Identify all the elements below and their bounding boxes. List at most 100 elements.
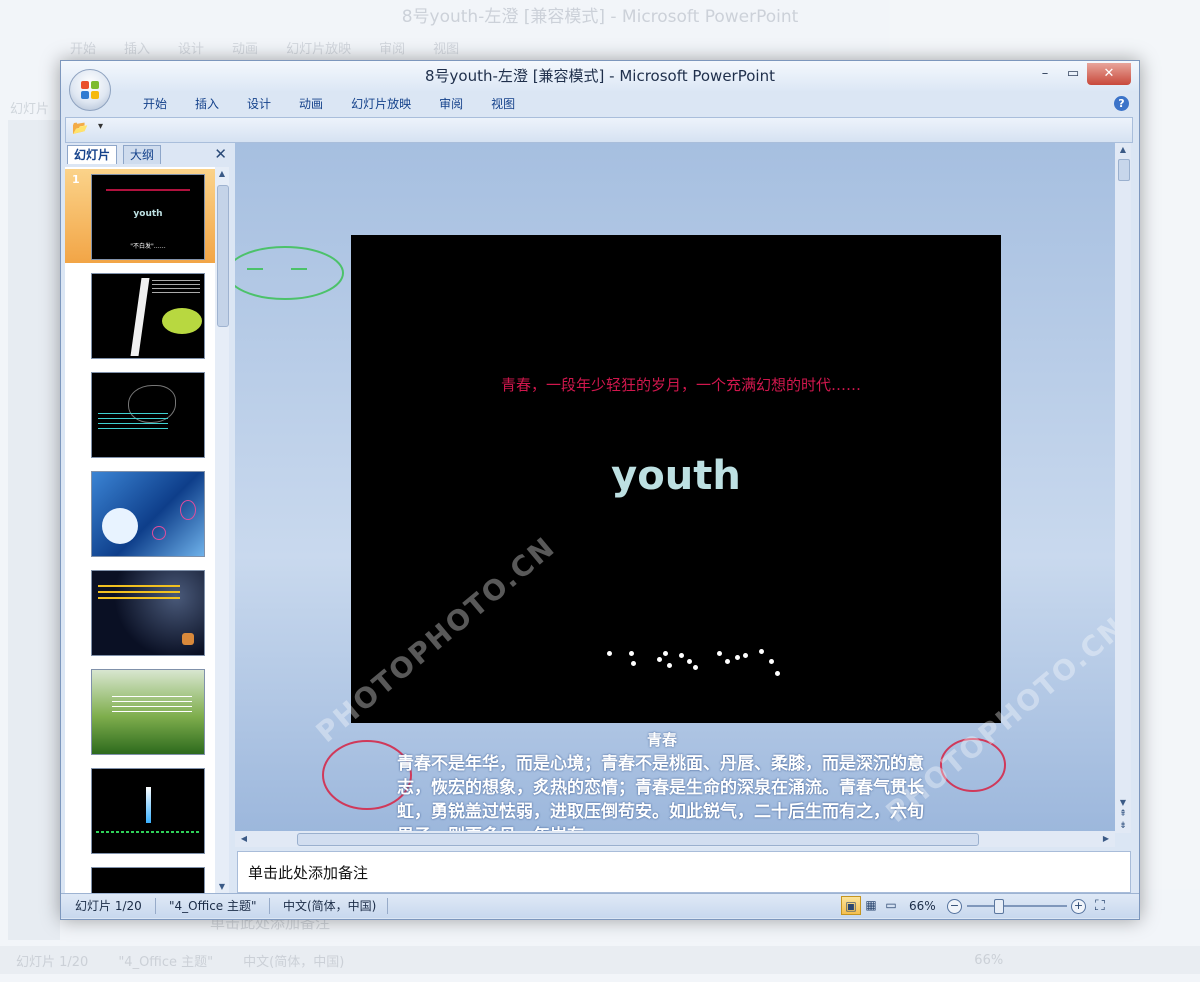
- slide-title[interactable]: youth: [351, 453, 1001, 499]
- tab-slideshow[interactable]: 幻灯片放映: [337, 91, 425, 117]
- slide-number: 3: [72, 371, 80, 384]
- ribbon-tabs: 开始 插入 设计 动画 幻灯片放映 审阅 视图 ?: [61, 91, 1139, 117]
- background-menu-item: 设计: [178, 42, 205, 57]
- scroll-right-icon[interactable]: ▶: [1099, 834, 1113, 843]
- slide-editor: 青春，一段年少轻狂的岁月，一个充满幻想的时代…… youth 青春 青春不是年华…: [235, 143, 1115, 833]
- slide-thumbnail-image: [91, 867, 205, 893]
- minimize-button[interactable]: –: [1031, 63, 1059, 85]
- zoom-out-icon[interactable]: −: [947, 899, 962, 914]
- tab-animations[interactable]: 动画: [285, 91, 337, 117]
- quick-access-toolbar: 📂 ▾: [65, 117, 1133, 143]
- notes-pane[interactable]: 单击此处添加备注: [237, 851, 1131, 893]
- slide-thumbnail-4[interactable]: 4: [65, 466, 215, 560]
- panel-scrollbar[interactable]: ▲ ▼: [215, 167, 229, 893]
- window-controls: – ▭ ✕: [1031, 63, 1131, 85]
- panel-tabs: 幻灯片 大纲 ✕: [67, 143, 229, 165]
- tab-slides[interactable]: 幻灯片: [67, 145, 118, 164]
- background-menu-item: 视图: [433, 42, 460, 57]
- slide-thumbnail-1[interactable]: 1 youth "不白发"……: [65, 169, 215, 263]
- zoom-track[interactable]: [967, 905, 1067, 907]
- customize-toolbar-caret-icon[interactable]: ▾: [98, 121, 103, 132]
- slide-thumbnail-image: [91, 372, 205, 458]
- powerpoint-window: 8号youth-左澄 [兼容模式] - Microsoft PowerPoint…: [60, 60, 1140, 920]
- scroll-down-icon[interactable]: ▼: [1116, 798, 1130, 807]
- slide-number: 4: [72, 470, 80, 483]
- tab-design[interactable]: 设计: [233, 91, 285, 117]
- slide-notes-textbox[interactable]: 青春 青春不是年华，而是心境；青春不是桃面、丹唇、柔膝，而是深沉的意志，恢宏的想…: [397, 728, 927, 833]
- view-buttons: ▣ ▦ ▭: [841, 896, 901, 915]
- slide-thumbnail-2[interactable]: 2: [65, 268, 215, 362]
- slideshow-view-icon[interactable]: ▭: [881, 896, 901, 915]
- background-menu: 开始 插入 设计 动画 幻灯片放映 审阅 视图: [70, 38, 459, 57]
- background-status-item: 中文(简体，中国): [243, 954, 345, 970]
- background-statusbar: 幻灯片 1/20 "4_Office 主题" 中文(简体，中国) 66%: [0, 946, 1200, 974]
- slide-thumbnail-image: youth "不白发"……: [91, 174, 205, 260]
- slide-number: 2: [72, 272, 80, 285]
- title-bar[interactable]: 8号youth-左澄 [兼容模式] - Microsoft PowerPoint…: [61, 61, 1139, 91]
- zoom-thumb[interactable]: [994, 899, 1005, 914]
- notes-body: 青春不是年华，而是心境；青春不是桃面、丹唇、柔膝，而是深沉的意志，恢宏的想象，炙…: [397, 754, 924, 833]
- background-menu-item: 开始: [70, 42, 97, 57]
- maximize-button[interactable]: ▭: [1059, 63, 1087, 85]
- slide-number: 1: [72, 173, 80, 186]
- fit-to-window-icon[interactable]: ⛶: [1095, 894, 1105, 918]
- panel-close-icon[interactable]: ✕: [214, 145, 227, 163]
- notes-placeholder[interactable]: 单击此处添加备注: [248, 862, 368, 883]
- tab-insert[interactable]: 插入: [181, 91, 233, 117]
- slide-counter: 幻灯片 1/20: [75, 899, 142, 913]
- scroll-up-icon[interactable]: ▲: [215, 169, 229, 178]
- next-slide-icon[interactable]: ⇟: [1116, 821, 1130, 831]
- background-menu-item: 插入: [124, 42, 151, 57]
- editor-scroll-thumb[interactable]: [1118, 159, 1130, 181]
- current-slide[interactable]: 青春，一段年少轻狂的岁月，一个充满幻想的时代…… youth: [351, 235, 1001, 723]
- language-indicator[interactable]: 中文(简体，中国): [283, 894, 376, 918]
- slide-thumbnail-6[interactable]: 6: [65, 664, 215, 758]
- slide-thumbnail-image: [91, 471, 205, 557]
- office-button[interactable]: [69, 69, 111, 111]
- scroll-left-icon[interactable]: ◀: [237, 834, 251, 843]
- slide-thumbnails: 1 youth "不白发"…… 2 3 4 5 6 7 8: [65, 167, 216, 893]
- background-menu-item: 动画: [232, 42, 259, 57]
- slide-thumbnail-image: [91, 768, 205, 854]
- notes-heading: 青春: [646, 731, 677, 749]
- slide-thumbnail-5[interactable]: 5: [65, 565, 215, 659]
- editor-vertical-scrollbar[interactable]: ▲ ▼ ⇞ ⇟: [1115, 143, 1131, 833]
- slide-thumbnail-image: [91, 273, 205, 359]
- background-slide-panel: 幻灯片: [8, 102, 60, 940]
- thumbnail-caption: "不白发"……: [130, 243, 166, 250]
- help-icon[interactable]: ?: [1114, 96, 1129, 111]
- background-status-item: 幻灯片 1/20: [16, 954, 89, 970]
- slide-thumbnail-8[interactable]: 8: [65, 862, 215, 893]
- slide-number: 8: [72, 866, 80, 879]
- tab-review[interactable]: 审阅: [425, 91, 477, 117]
- scroll-down-icon[interactable]: ▼: [215, 882, 229, 891]
- slide-thumbnail-3[interactable]: 3: [65, 367, 215, 461]
- slide-thumbnail-7[interactable]: 7: [65, 763, 215, 857]
- slide-panel: 幻灯片 大纲 ✕ 1 youth "不白发"…… 2 3 4 5 6 7 8 ▲…: [65, 143, 231, 893]
- slide-number: 6: [72, 668, 80, 681]
- sparkle-decoration: [601, 645, 791, 685]
- panel-scroll-thumb[interactable]: [217, 185, 229, 327]
- slide-thumbnail-image: [91, 570, 205, 656]
- background-status-item: "4_Office 主题": [118, 954, 214, 970]
- zoom-in-icon[interactable]: +: [1071, 899, 1086, 914]
- tab-outline[interactable]: 大纲: [123, 145, 162, 164]
- background-tab: 幻灯片: [10, 102, 50, 117]
- tab-view[interactable]: 视图: [477, 91, 529, 117]
- theme-name[interactable]: "4_Office 主题": [169, 894, 257, 918]
- slide-subtitle[interactable]: 青春，一段年少轻狂的岁月，一个充满幻想的时代……: [501, 375, 861, 395]
- previous-slide-icon[interactable]: ⇞: [1116, 809, 1130, 819]
- background-menu-item: 审阅: [379, 42, 406, 57]
- slide-sorter-view-icon[interactable]: ▦: [861, 896, 881, 915]
- scroll-up-icon[interactable]: ▲: [1116, 145, 1130, 154]
- tab-home[interactable]: 开始: [129, 91, 181, 117]
- normal-view-icon[interactable]: ▣: [841, 896, 861, 915]
- open-folder-icon[interactable]: 📂: [72, 122, 88, 135]
- close-button[interactable]: ✕: [1087, 63, 1131, 85]
- slide-thumbnail-image: [91, 669, 205, 755]
- status-bar: 幻灯片 1/20 "4_Office 主题" 中文(简体，中国) ▣ ▦ ▭ 6…: [61, 893, 1139, 918]
- editor-horizontal-scrollbar[interactable]: ◀ ▶: [235, 831, 1115, 847]
- red-circle-decoration: [940, 738, 1006, 792]
- editor-hscroll-thumb[interactable]: [297, 833, 979, 846]
- zoom-level[interactable]: 66%: [909, 894, 936, 918]
